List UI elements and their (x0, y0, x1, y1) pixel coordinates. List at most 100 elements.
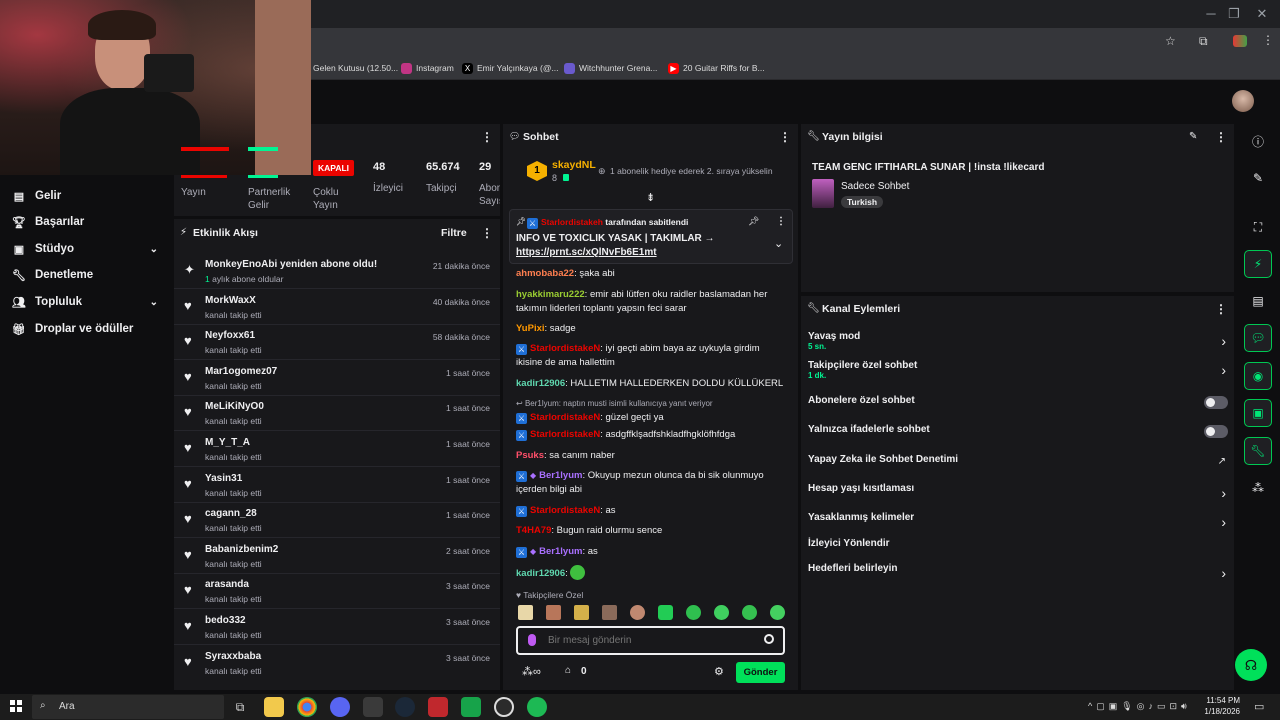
emote-4[interactable] (602, 605, 617, 620)
chat-username[interactable]: ahmobaba22 (516, 268, 574, 279)
game-app-icon[interactable] (428, 697, 448, 717)
activity-item[interactable]: ♥ Neyfoxx61 kanalı takip etti 58 dakika önc… (174, 325, 500, 360)
activity-item[interactable]: ♥ cagann_28 kanalı takip etti 1 saat önce (174, 503, 500, 538)
chat-username[interactable]: StarlordistakeN (530, 429, 600, 440)
activity-item[interactable]: ♥ Babanizbenim2 kanalı takip etti 2 saat ön… (174, 539, 500, 574)
steam-icon[interactable] (395, 697, 415, 717)
activity-item[interactable]: ♥ MeLiKiNyO0 kanalı takip etti 1 saat önce (174, 396, 500, 431)
pinned-link[interactable]: https://prnt.sc/xQlNvFb6E1mt (516, 247, 657, 258)
chat-settings-gear-icon[interactable]: ⚙︎ (714, 665, 724, 678)
chat-username[interactable]: Ber1lyum (539, 546, 582, 557)
microphone-icon[interactable] (528, 634, 536, 646)
channel-action-item[interactable]: Yasaklanmış kelimeler › (808, 512, 1228, 530)
bookmark-youtube[interactable]: ▶ 20 Guitar Riffs for B... (668, 60, 765, 76)
hype-user[interactable]: skaydNL (552, 159, 596, 171)
xbox-icon[interactable] (363, 697, 383, 717)
bookmark-x[interactable]: X Emir Yalçınkaya (@... (462, 60, 559, 76)
chat-username[interactable]: Ber1lyum (539, 470, 582, 481)
chrome-icon[interactable] (297, 697, 317, 717)
bookmark-instagram[interactable]: Instagram (401, 60, 454, 76)
close-window-button[interactable]: ✕ (1247, 4, 1277, 24)
bits-box-icon[interactable]: ⌂ (565, 665, 571, 676)
chat-message[interactable]: kadir12906: HALLETIM HALLEDERKEN DOLDU K… (516, 377, 788, 391)
chat-username[interactable]: Psuks (516, 450, 544, 461)
bookmark-witchhunter[interactable]: Witchhunter Grena... (564, 60, 657, 76)
chat-more-icon[interactable]: ⋮ (779, 130, 791, 144)
unpin-icon[interactable]: 📌︎ (748, 216, 759, 227)
chat-message[interactable]: ⚔︎ StarlordistakeN: güzel geçti ya (516, 411, 788, 425)
chat-username[interactable]: hyakkimaru222 (516, 289, 585, 300)
edit-icon[interactable]: ✎ (1244, 164, 1272, 192)
star-bookmark-icon[interactable]: ☆ (1165, 34, 1176, 48)
notifications-icon[interactable]: ▭ (1254, 700, 1264, 713)
ad-lightning-icon[interactable]: ⚡︎ (1244, 250, 1272, 278)
emote-7[interactable] (686, 605, 701, 620)
obs-icon[interactable] (494, 697, 514, 717)
extensions-icon[interactable]: ⧉ (1199, 34, 1208, 49)
activity-item[interactable]: ♥ Yasin31 kanalı takip etti 1 saat önce (174, 468, 500, 503)
category-boxart[interactable] (812, 179, 834, 208)
chat-message[interactable]: ⚔︎ StarlordistakeN: iyi geçti abim baya a… (516, 342, 788, 370)
nav-item-denetleme[interactable]: 🔧︎ Denetleme (0, 262, 172, 288)
chat-message[interactable]: ⚔︎ ◆ Ber1lyum: Okuyup mezun olunca da bi s… (516, 469, 788, 497)
user-avatar[interactable] (1232, 90, 1254, 112)
emote-picker-icon[interactable] (764, 634, 774, 644)
pinned-more-icon[interactable]: ⋮ (776, 216, 786, 227)
chat-message[interactable]: kadir12906: (516, 565, 788, 581)
notes-icon[interactable]: ▤ (1244, 287, 1272, 315)
spotify-icon[interactable] (527, 697, 547, 717)
scroll-down-icon[interactable]: ⇟ (646, 191, 655, 204)
chat-bubble-icon[interactable]: 💬︎ (1244, 324, 1272, 352)
emote-6[interactable] (658, 605, 673, 620)
chat-username[interactable]: T4HA79 (516, 525, 551, 536)
expand-chevron-icon[interactable]: ⌄ (774, 237, 783, 250)
emote-9[interactable] (742, 605, 757, 620)
discord-icon[interactable] (330, 697, 350, 717)
chat-username[interactable]: YuPixi (516, 323, 545, 334)
activity-item[interactable]: ♥ MorkWaxX kanalı takip etti 40 dakika önce (174, 290, 500, 325)
clip-icon[interactable]: ⛶ (1244, 213, 1272, 241)
help-headset-icon[interactable]: ☊ (1235, 649, 1267, 681)
activity-item[interactable]: ♥ arasanda kanalı takip etti 3 saat önce (174, 574, 500, 609)
send-button[interactable]: Gönder (736, 662, 785, 683)
activity-more-icon[interactable]: ⋮ (481, 226, 493, 240)
activity-item[interactable]: ♥ M_Y_T_A kanalı takip etti 1 saat önce (174, 432, 500, 467)
info-icon[interactable]: ⓘ (1244, 127, 1272, 155)
system-tray-icons[interactable]: ^▢▣🎙︎◎♪▭⊡🔊︎ (1088, 701, 1191, 712)
maximize-button[interactable]: ❐ (1219, 4, 1249, 24)
chat-username[interactable]: kadir12906 (516, 568, 565, 579)
channel-action-item[interactable]: Takipçilere özel sohbet 1 dk. › (808, 360, 1228, 380)
chat-message[interactable]: Psuks: sa canım naber (516, 449, 788, 463)
channel-action-item[interactable]: Hedefleri belirleyin › (808, 563, 1228, 581)
play-app-icon[interactable] (461, 697, 481, 717)
edit-pencil-icon[interactable]: ✎ (1189, 131, 1197, 142)
activity-item[interactable]: ♥ Syraxxbaba kanalı takip etti 3 saat önce (174, 646, 500, 681)
emote-3[interactable] (574, 605, 589, 620)
chat-username[interactable]: StarlordistakeN (530, 343, 600, 354)
chat-message[interactable]: hyakkimaru222: emir abi lütfen oku raidl… (516, 288, 788, 316)
activity-item[interactable]: ✦ MonkeyEnoAbi yeniden abone oldu! 1 aylık… (174, 254, 500, 289)
stats-more-icon[interactable]: ⋮ (481, 130, 493, 144)
profile-extension-icon[interactable] (1233, 35, 1247, 47)
chat-message[interactable]: ⚔︎ ◆ Ber1lyum: as (516, 545, 788, 559)
mod-view-icon[interactable]: ▣ (1244, 399, 1272, 427)
emote-5[interactable] (630, 605, 645, 620)
extensions-icon[interactable]: ⁂ (1244, 474, 1272, 502)
channel-actions-more-icon[interactable]: ⋮ (1215, 302, 1227, 316)
nav-item-topluluk[interactable]: 👥︎ Topluluk ⌄ (0, 289, 172, 315)
task-view-icon[interactable]: ⧉ (230, 697, 250, 717)
windows-start-icon[interactable] (10, 700, 22, 712)
nav-item-studyo[interactable]: ▣ Stüdyo ⌄ (0, 236, 172, 262)
channel-action-item[interactable]: İzleyici Yönlendir (808, 538, 1228, 549)
emote-8[interactable] (714, 605, 729, 620)
wrench-icon[interactable]: 🔧︎ (1244, 437, 1272, 465)
broadcast-icon[interactable]: ◉ (1244, 362, 1272, 390)
language-tag[interactable]: Turkish (841, 196, 884, 208)
emote-1[interactable] (518, 605, 533, 620)
chat-message[interactable]: ⚔︎ StarlordistakeN: asdgffklşadfshkladfhg… (516, 428, 788, 442)
toggle-switch[interactable] (1204, 396, 1228, 409)
stream-info-more-icon[interactable]: ⋮ (1215, 130, 1227, 144)
nav-item-droplar[interactable]: 🎁︎ Droplar ve ödüller (0, 316, 172, 342)
channel-points-icon[interactable]: ⁂∞ (522, 665, 541, 678)
chat-username[interactable]: StarlordistakeN (530, 412, 600, 423)
